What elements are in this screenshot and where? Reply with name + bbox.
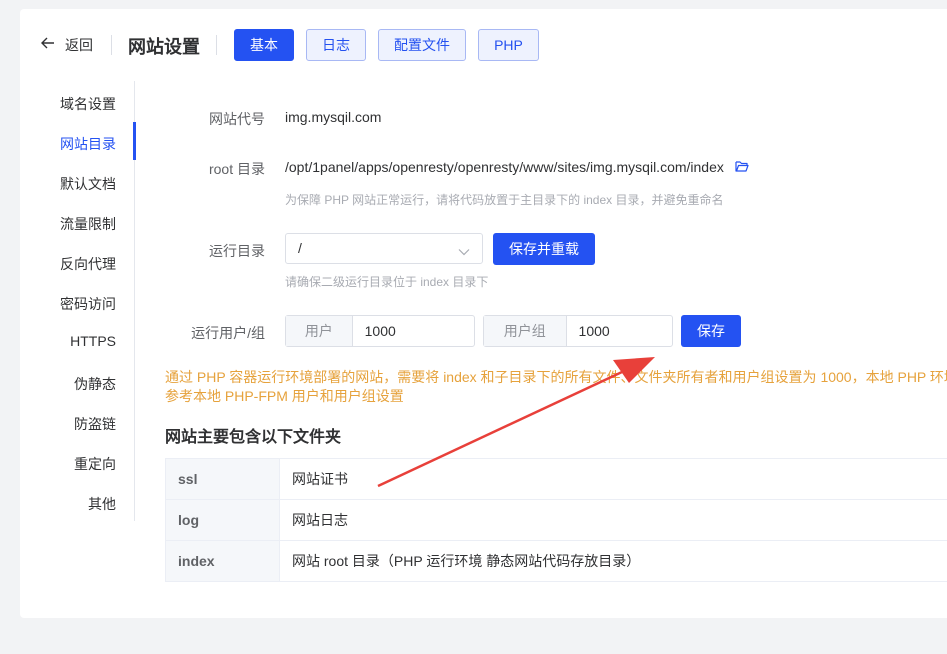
side-menu: 域名设置 网站目录 默认文档 流量限制 反向代理 密码访问 HTTPS 伪静态 … xyxy=(20,81,136,521)
user-prefix: 用户 xyxy=(286,316,353,346)
menu-item-traffic-limit[interactable]: 流量限制 xyxy=(60,214,116,234)
warning-text-line-1: 通过 PHP 容器运行环境部署的网站，需要将 index 和子目录下的所有文件、… xyxy=(165,369,947,385)
save-and-reload-button[interactable]: 保存并重载 xyxy=(493,233,595,265)
root-dir-path: /opt/1panel/apps/openresty/openresty/www… xyxy=(285,159,724,175)
page-title: 网站设置 xyxy=(128,37,200,57)
tab-basic[interactable]: 基本 xyxy=(234,29,294,61)
menu-item-site-dir[interactable]: 网站目录 xyxy=(60,134,116,154)
run-dir-value: / xyxy=(298,240,302,256)
run-dir-label: 运行目录 xyxy=(209,243,265,259)
group-prefix: 用户组 xyxy=(484,316,567,346)
group-input-group: 用户组 1000 xyxy=(483,315,673,347)
table-row: index 网站 root 目录（PHP 运行环境 静态网站代码存放目录） xyxy=(165,541,947,582)
chevron-down-icon xyxy=(458,243,470,261)
divider xyxy=(111,35,112,55)
folder-desc: 网站证书 xyxy=(292,471,348,487)
folder-open-icon[interactable] xyxy=(735,160,749,178)
folder-name: ssl xyxy=(165,459,280,499)
tab-php[interactable]: PHP xyxy=(478,29,539,61)
user-input[interactable]: 1000 xyxy=(353,316,474,346)
divider xyxy=(216,35,217,55)
back-label: 返回 xyxy=(65,37,93,53)
folders-table: ssl 网站证书 log 网站日志 index 网站 root 目录（PHP 运… xyxy=(165,458,947,582)
root-dir-hint: 为保障 PHP 网站正常运行，请将代码放置于主目录下的 index 目录，并避免… xyxy=(285,193,724,207)
tab-config-file[interactable]: 配置文件 xyxy=(378,29,466,61)
menu-item-https[interactable]: HTTPS xyxy=(70,333,116,349)
menu-item-domain[interactable]: 域名设置 xyxy=(60,94,116,114)
folder-desc: 网站 root 目录（PHP 运行环境 静态网站代码存放目录） xyxy=(292,553,641,569)
menu-item-password-access[interactable]: 密码访问 xyxy=(60,294,116,314)
tab-log[interactable]: 日志 xyxy=(306,29,366,61)
site-code-label: 网站代号 xyxy=(209,111,265,127)
table-row: log 网站日志 xyxy=(165,500,947,541)
folders-section-title: 网站主要包含以下文件夹 xyxy=(165,429,342,446)
menu-item-anti-leech[interactable]: 防盗链 xyxy=(74,414,116,434)
group-input[interactable]: 1000 xyxy=(567,316,672,346)
site-code-value: img.mysqil.com xyxy=(285,109,382,125)
menu-item-default-doc[interactable]: 默认文档 xyxy=(60,174,116,194)
run-dir-select[interactable]: / xyxy=(285,233,483,264)
save-button[interactable]: 保存 xyxy=(681,315,741,347)
arrow-left-icon xyxy=(41,36,55,54)
folder-desc: 网站日志 xyxy=(292,512,348,528)
run-dir-hint: 请确保二级运行目录位于 index 目录下 xyxy=(285,275,489,289)
menu-item-redirect[interactable]: 重定向 xyxy=(74,454,116,474)
root-dir-label: root 目录 xyxy=(208,161,265,177)
run-user-label: 运行用户/组 xyxy=(191,325,265,341)
folder-name: index xyxy=(165,541,280,581)
menu-item-rewrite[interactable]: 伪静态 xyxy=(74,374,116,394)
menu-item-reverse-proxy[interactable]: 反向代理 xyxy=(60,254,116,274)
table-row: ssl 网站证书 xyxy=(165,459,947,500)
folder-name: log xyxy=(165,500,280,540)
menu-item-other[interactable]: 其他 xyxy=(88,494,116,514)
user-input-group: 用户 1000 xyxy=(285,315,475,347)
back-button[interactable]: 返回 xyxy=(41,35,93,55)
warning-text-line-2: 参考本地 PHP-FPM 用户和用户组设置 xyxy=(165,388,404,404)
